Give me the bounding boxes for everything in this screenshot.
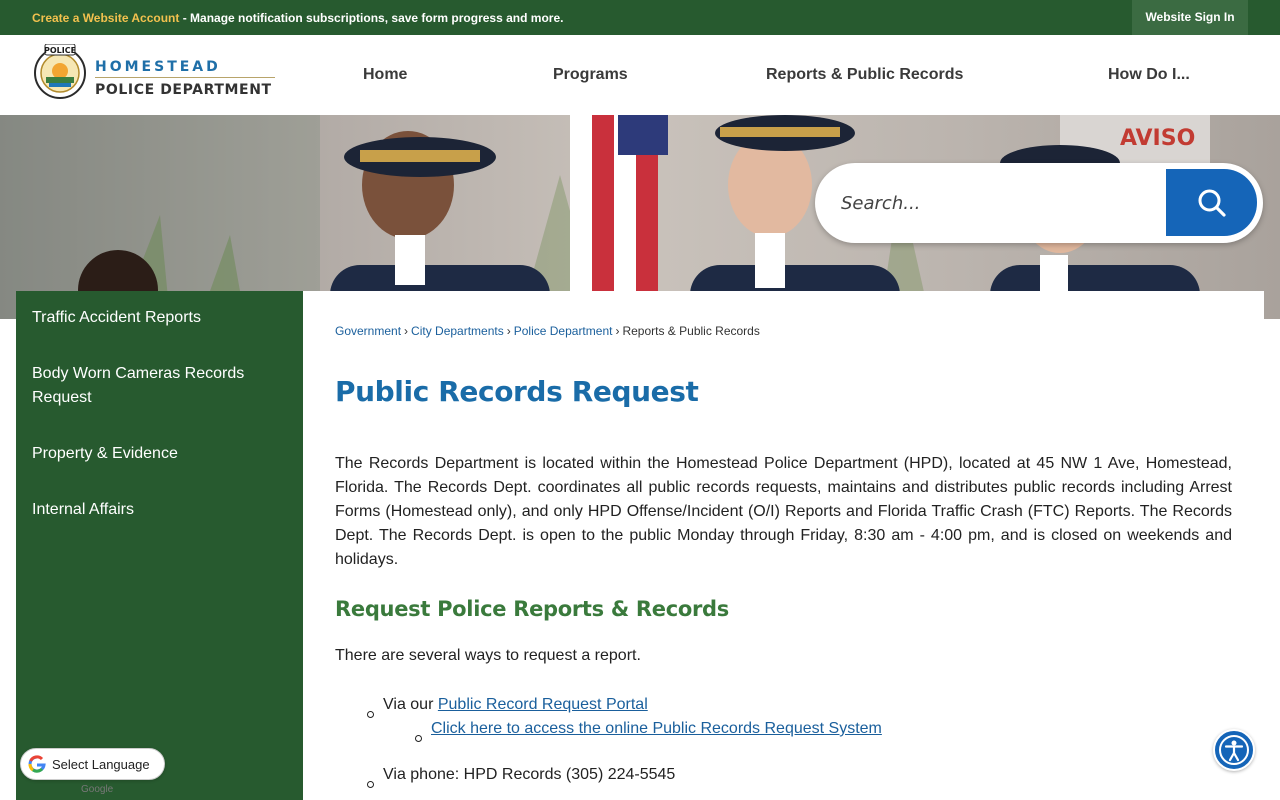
portal-prefix: Via our — [383, 696, 438, 713]
list-bullet — [415, 735, 422, 742]
breadcrumb-current: Reports & Public Records — [622, 324, 760, 338]
homestead-police-logo[interactable]: POLICE HOMESTEAD POLICE DEPARTMENT — [34, 43, 279, 105]
nav-reports-public-records[interactable]: Reports & Public Records — [766, 35, 963, 115]
list-bullet — [367, 781, 374, 788]
account-message-text: - Manage notification subscriptions, sav… — [179, 11, 564, 25]
sidebar-item-internal-affairs[interactable]: Internal Affairs — [32, 498, 282, 522]
sidebar-item-property-evidence[interactable]: Property & Evidence — [32, 442, 282, 466]
request-intro: There are several ways to request a repo… — [335, 647, 641, 664]
seal-text: POLICE — [44, 46, 76, 55]
breadcrumb-separator: › — [615, 324, 620, 338]
search-icon — [1198, 189, 1226, 217]
nav-home[interactable]: Home — [363, 35, 407, 115]
page-title: Public Records Request — [335, 375, 699, 408]
select-language-label: Select Language — [52, 757, 150, 772]
sidebar-item-traffic-accident-reports[interactable]: Traffic Accident Reports — [32, 306, 282, 330]
records-description: The Records Department is located within… — [335, 455, 1232, 568]
list-item-portal-system: Click here to access the online Public R… — [431, 720, 882, 738]
search-box — [815, 163, 1263, 243]
public-record-portal-link[interactable]: Public Record Request Portal — [438, 696, 648, 713]
sidebar-item-body-worn-cameras[interactable]: Body Worn Cameras Records Request — [32, 362, 282, 410]
breadcrumb-city-departments[interactable]: City Departments — [411, 324, 504, 338]
website-sign-in-button[interactable]: Website Sign In — [1132, 0, 1248, 35]
accessibility-button[interactable] — [1213, 729, 1255, 771]
breadcrumb: Government › City Departments › Police Depar… — [335, 324, 760, 338]
accessibility-icon — [1219, 735, 1249, 765]
google-g-icon — [28, 755, 46, 773]
breadcrumb-government[interactable]: Government — [335, 324, 401, 338]
nav-programs[interactable]: Programs — [553, 35, 628, 115]
list-item-portal: Via our Public Record Request Portal — [383, 696, 648, 714]
sidebar-nav: Traffic Accident Reports Body Worn Camer… — [16, 291, 303, 800]
breadcrumb-separator: › — [404, 324, 409, 338]
public-records-system-link[interactable]: Click here to access the online Public R… — [431, 720, 882, 737]
logo-subtitle: POLICE DEPARTMENT — [95, 82, 272, 98]
language-selector[interactable]: Select Language — [20, 748, 165, 780]
section-heading: Request Police Reports & Records — [335, 597, 729, 621]
logo-divider — [95, 77, 275, 78]
breadcrumb-separator: › — [506, 324, 511, 338]
list-bullet — [367, 711, 374, 718]
utility-bar: Create a Website Account - Manage notifi… — [0, 0, 1280, 35]
search-input[interactable] — [841, 181, 1141, 225]
search-button[interactable] — [1166, 169, 1257, 236]
site-header: POLICE HOMESTEAD POLICE DEPARTMENT Home … — [0, 35, 1280, 115]
logo-title: HOMESTEAD — [95, 59, 221, 75]
list-item-phone: Via phone: HPD Records (305) 224-5545 — [383, 766, 676, 783]
police-seal-icon: POLICE — [34, 44, 86, 99]
account-message: Create a Website Account - Manage notifi… — [32, 11, 563, 25]
nav-how-do-i[interactable]: How Do I... — [1108, 35, 1190, 115]
create-account-link[interactable]: Create a Website Account — [32, 11, 179, 25]
google-credit: Google — [81, 784, 114, 795]
breadcrumb-police-department[interactable]: Police Department — [514, 324, 613, 338]
main-content: Government › City Departments › Police Depar… — [303, 291, 1264, 800]
svg-text:AVISO: AVISO — [1120, 126, 1195, 151]
